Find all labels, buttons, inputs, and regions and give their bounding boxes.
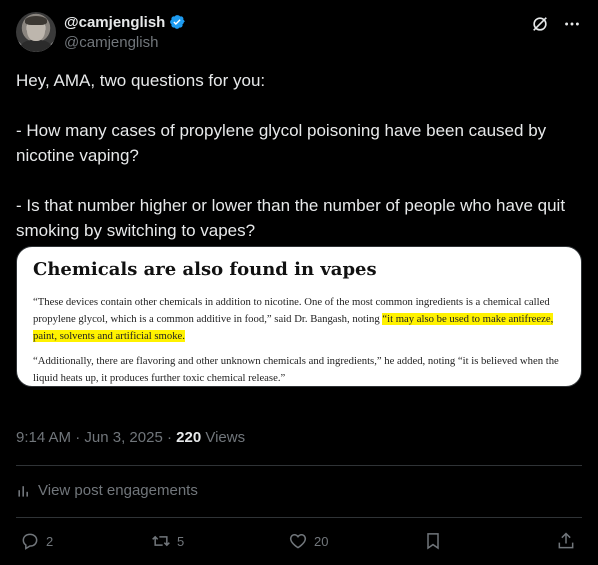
views-count: 220	[176, 429, 202, 446]
tweet-meta: 9:14 AM · Jun 3, 2025 · 220 Views	[16, 429, 245, 446]
author-names: @camjenglish @camjenglish	[64, 12, 186, 51]
heart-icon	[289, 533, 307, 549]
media-paragraph-2: “Additionally, there are flavoring and o…	[33, 355, 559, 384]
grok-icon[interactable]	[530, 14, 550, 34]
like-count: 20	[314, 533, 329, 549]
reply-icon	[22, 533, 38, 550]
bookmark-button[interactable]	[423, 529, 443, 553]
author-display-name-row[interactable]: @camjenglish	[64, 12, 186, 32]
verified-badge-icon	[170, 15, 186, 29]
repost-count: 5	[177, 533, 185, 549]
view-engagements-label: View post engagements	[38, 482, 198, 499]
author-handle[interactable]: @camjenglish	[64, 34, 186, 51]
header-actions	[530, 14, 582, 34]
media-article-title: Chemicals are also found in vapes	[33, 259, 377, 280]
view-engagements-link[interactable]: View post engagements	[16, 482, 198, 499]
repost-button[interactable]: 5	[151, 529, 184, 553]
tweet-text: Hey, AMA, two questions for you: - How m…	[16, 71, 566, 240]
media-paragraph-1: “These devices contain other chemicals i…	[33, 294, 565, 345]
share-button[interactable]	[556, 529, 576, 553]
action-bar: 2 5 20	[16, 529, 582, 553]
views-label: Views	[205, 429, 246, 446]
reply-count: 2	[46, 533, 54, 549]
meta-separator: ·	[75, 429, 81, 446]
tweet-media-image[interactable]: Chemicals are also found in vapes “These…	[16, 246, 582, 387]
more-icon[interactable]	[562, 14, 582, 34]
divider	[16, 465, 582, 466]
meta-separator: ·	[166, 429, 172, 446]
tweet-date[interactable]: Jun 3, 2025	[84, 429, 162, 446]
repost-icon	[152, 535, 170, 547]
divider	[16, 517, 582, 518]
tweet-time[interactable]: 9:14 AM	[16, 429, 71, 446]
analytics-icon	[18, 485, 28, 497]
tweet-header: @camjenglish @camjenglish	[16, 12, 582, 56]
avatar[interactable]	[16, 12, 56, 52]
author-display-name[interactable]: @camjenglish	[64, 14, 165, 31]
like-button[interactable]: 20	[288, 529, 328, 553]
reply-button[interactable]: 2	[20, 529, 53, 553]
bookmark-icon	[427, 533, 439, 550]
share-icon	[558, 532, 574, 549]
